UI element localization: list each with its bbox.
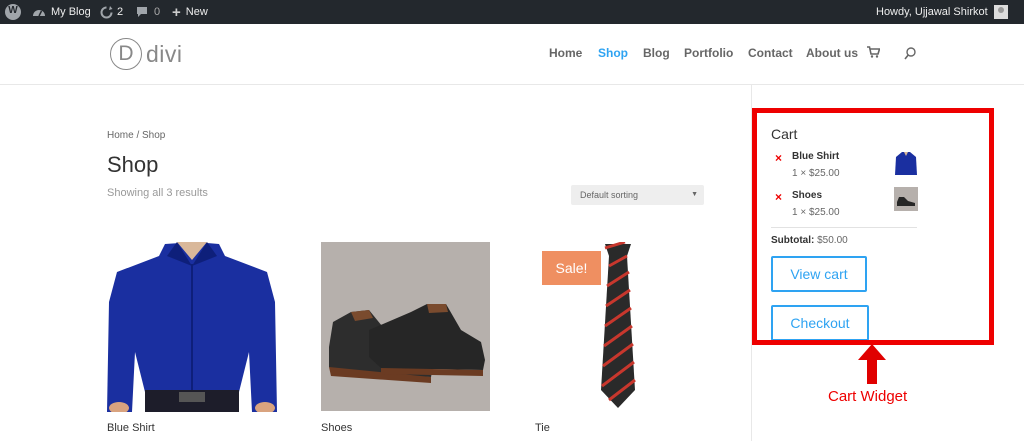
product-name[interactable]: Blue Shirt bbox=[107, 422, 155, 434]
cart-widget-annotation: Cart Widget bbox=[828, 388, 908, 405]
nav-blog[interactable]: Blog bbox=[643, 46, 670, 60]
admin-account[interactable]: Howdy, Ujjawal Shirkot bbox=[876, 0, 1008, 24]
updates-icon bbox=[100, 5, 113, 18]
plus-icon: + bbox=[172, 3, 181, 21]
admin-site-name[interactable]: My Blog bbox=[32, 0, 91, 24]
nav-shop[interactable]: Shop bbox=[598, 46, 628, 60]
chevron-down-icon: ▼ bbox=[691, 191, 698, 198]
nav-portfolio[interactable]: Portfolio bbox=[684, 46, 733, 60]
avatar bbox=[993, 5, 1008, 19]
admin-new[interactable]: + New bbox=[172, 0, 208, 24]
nav-contact[interactable]: Contact bbox=[748, 46, 793, 60]
dashboard-icon bbox=[33, 10, 45, 17]
updates-count: 2 bbox=[117, 6, 124, 18]
product-image-shoes[interactable] bbox=[321, 242, 490, 411]
sorting-select[interactable]: Default sorting ▼ bbox=[571, 185, 704, 205]
logo-mark: D bbox=[110, 38, 142, 70]
wordpress-logo-icon[interactable] bbox=[5, 4, 21, 20]
logo-text: divi bbox=[146, 40, 183, 67]
admin-updates[interactable]: 2 bbox=[100, 0, 123, 24]
site-header: D divi Home Shop Blog Portfolio Contact … bbox=[0, 24, 1024, 85]
site-logo[interactable]: D divi bbox=[110, 38, 183, 70]
product-name[interactable]: Shoes bbox=[321, 422, 352, 434]
product-image-blue-shirt[interactable] bbox=[107, 242, 277, 412]
comments-count: 0 bbox=[154, 6, 161, 18]
cart-widget-highlight-box bbox=[752, 108, 994, 345]
nav-home[interactable]: Home bbox=[549, 46, 582, 60]
product-name[interactable]: Tie bbox=[535, 422, 550, 434]
breadcrumb: Home / Shop bbox=[107, 130, 166, 141]
site-name-label: My Blog bbox=[51, 6, 91, 18]
cart-icon[interactable] bbox=[867, 46, 880, 58]
comment-icon bbox=[137, 7, 147, 17]
result-count: Showing all 3 results bbox=[107, 187, 208, 199]
admin-bar: My Blog 2 0 + New Howdy, Ujjawal Shirkot bbox=[0, 0, 1024, 24]
sale-badge: Sale! bbox=[542, 251, 601, 285]
admin-comments[interactable]: 0 bbox=[136, 0, 160, 24]
greeting-label: Howdy, Ujjawal Shirkot bbox=[876, 6, 988, 18]
arrow-up-icon bbox=[858, 344, 886, 384]
search-icon[interactable] bbox=[904, 47, 916, 60]
page-title: Shop bbox=[107, 152, 159, 177]
sorting-select-value: Default sorting bbox=[580, 190, 639, 200]
new-label: New bbox=[185, 6, 208, 18]
nav-about-us[interactable]: About us bbox=[806, 46, 858, 60]
